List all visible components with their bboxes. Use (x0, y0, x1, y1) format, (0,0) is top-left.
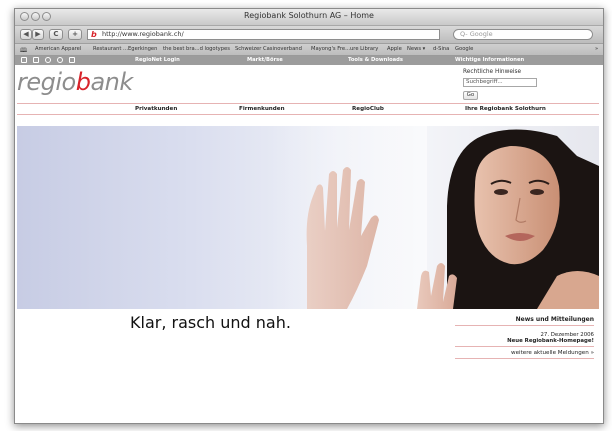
address-bar[interactable]: b http://www.regiobank.ch/ (87, 29, 440, 40)
sitemap-icon[interactable] (45, 57, 51, 63)
bookmark-item[interactable]: Schweizer Casinoverband (235, 46, 302, 52)
plus-icon: + (72, 30, 78, 38)
site-service-bar: RegioNet Login Markt/Börse Tools & Downl… (15, 56, 603, 65)
window-title: Regiobank Solothurn AG – Home (244, 11, 374, 20)
logo-suffix: ank (90, 68, 133, 96)
home-icon[interactable] (21, 57, 27, 63)
site-search-placeholder: Suchbegriff... (466, 79, 503, 85)
browser-search-placeholder: Q- Google (460, 30, 493, 38)
more-news-link[interactable]: weitere aktuelle Meldungen » (455, 350, 594, 359)
forward-arrow-icon: ▶ (35, 30, 41, 38)
nav-privatkunden[interactable]: Privatkunden (135, 106, 177, 112)
contact-icon[interactable] (57, 57, 63, 63)
reload-button[interactable]: C (49, 29, 63, 40)
bookmarks-bar: 🕮 American Apparel Restaurant ...Egerkin… (15, 44, 603, 56)
nav-firmenkunden[interactable]: Firmenkunden (239, 106, 285, 112)
nav-regioclub[interactable]: RegioClub (352, 106, 384, 112)
browser-search-field[interactable]: Q- Google (453, 29, 593, 40)
print-icon[interactable] (33, 57, 39, 63)
logo-prefix: regio (17, 68, 76, 96)
hero-tagline: Klar, rasch und nah. (130, 313, 291, 332)
logo-accent: b (75, 68, 91, 96)
bookmark-item[interactable]: Apple (387, 46, 402, 52)
add-bookmark-button[interactable]: + (68, 29, 82, 40)
bookmark-item[interactable]: Google (455, 46, 473, 52)
site-search-input[interactable]: Suchbegriff... (463, 78, 537, 87)
search-go-button[interactable]: Go (463, 91, 478, 100)
bookmark-item[interactable]: Restaurant ...Egerkingen (93, 46, 157, 52)
url-text: http://www.regiobank.ch/ (102, 30, 184, 38)
reload-icon: C (53, 30, 59, 38)
bookmark-item[interactable]: the best bra...d logotypes (163, 46, 230, 52)
nav-ihre-regiobank[interactable]: Ihre Regiobank Solothurn (465, 106, 546, 112)
regiobank-logo[interactable]: regiobank (17, 68, 133, 96)
markt-boerse-link[interactable]: Markt/Börse (247, 57, 283, 63)
browser-toolbar: ◀ ▶ C + b http://www.regiobank.ch/ Q- Go… (15, 26, 603, 44)
wichtige-informationen-link[interactable]: Wichtige Informationen (455, 57, 524, 63)
tools-downloads-link[interactable]: Tools & Downloads (348, 57, 403, 63)
main-navigation: Privatkunden Firmenkunden RegioClub Ihre… (17, 103, 599, 115)
forward-button[interactable]: ▶ (32, 29, 44, 40)
regionet-login-link[interactable]: RegioNet Login (135, 57, 180, 63)
bookmark-item[interactable]: d-Sina (433, 46, 449, 52)
hero-illustration (267, 126, 599, 309)
bookmark-item[interactable]: News ▾ (407, 46, 425, 52)
news-title: News und Mitteilungen (455, 313, 594, 326)
back-arrow-icon: ◀ (23, 30, 29, 38)
news-panel: News und Mitteilungen 27. Dezember 2006 … (455, 313, 594, 359)
hero-image (17, 126, 599, 309)
bookmark-item[interactable]: Mayong's Fre...ure Library (311, 46, 378, 52)
news-headline-link[interactable]: Neue Regiobank-Homepage! (455, 338, 594, 347)
bookmarks-overflow-button[interactable]: » (595, 46, 598, 52)
site-favicon-icon: b (91, 30, 97, 39)
lock-icon[interactable] (69, 57, 75, 63)
legal-notice-link[interactable]: Rechtliche Hinweise (463, 69, 521, 75)
browser-window: Regiobank Solothurn AG – Home ◀ ▶ C + b … (14, 8, 604, 424)
bookmark-item[interactable]: American Apparel (35, 46, 81, 52)
bookmarks-book-icon[interactable]: 🕮 (20, 46, 27, 55)
back-button[interactable]: ◀ (20, 29, 32, 40)
title-bar: Regiobank Solothurn AG – Home (15, 9, 603, 26)
